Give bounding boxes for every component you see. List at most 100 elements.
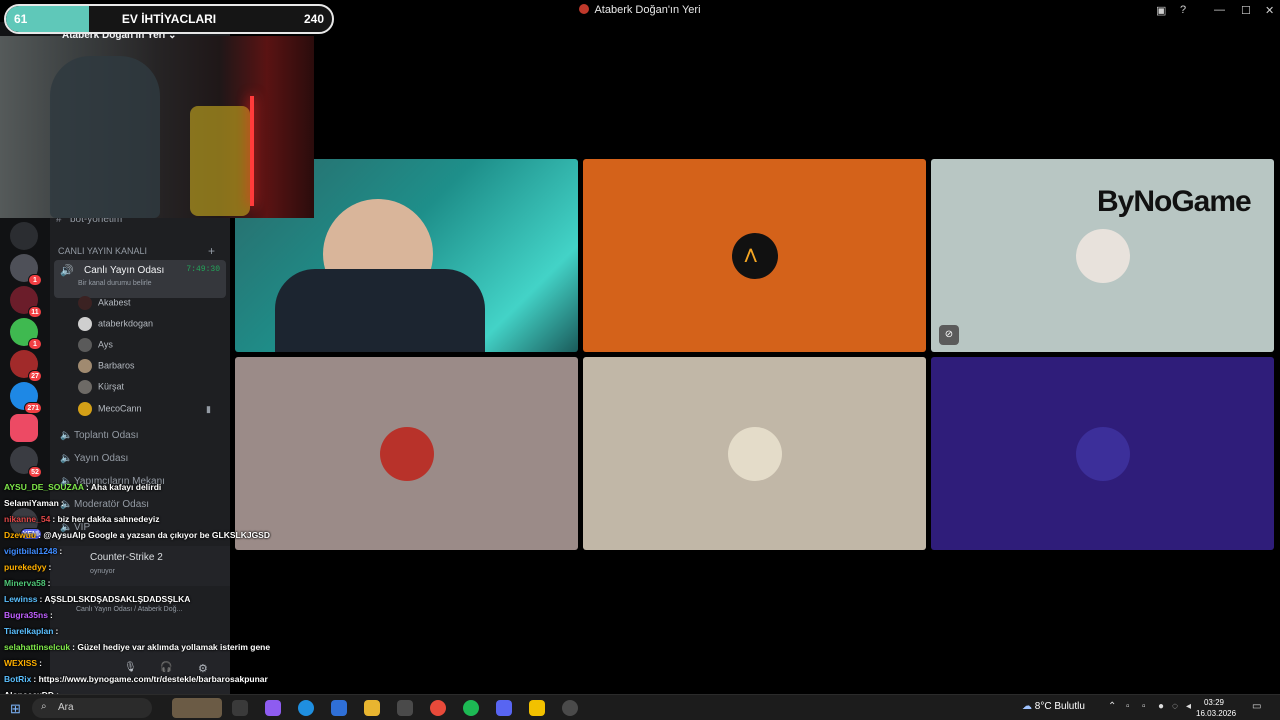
speaker-icon: 🔈 (60, 430, 73, 441)
voice-user[interactable]: MecoCann (78, 402, 142, 420)
video-icon: ▮ (206, 404, 211, 414)
network-icon[interactable]: ◌ (1172, 701, 1178, 712)
ak-logo-icon: ⋀ (745, 246, 757, 262)
video-off-icon[interactable]: ⊘ (939, 325, 959, 345)
chat-username: vigitbilal1248 (4, 546, 58, 556)
avatar (78, 359, 92, 373)
chat-text: : AŞSLDLSKDŞADSAKLŞDADSŞLKA (39, 594, 191, 604)
chrome-icon[interactable] (430, 700, 446, 716)
obs-icon[interactable] (562, 700, 578, 716)
brand-logo: ByNoGame (1097, 185, 1252, 218)
chat-text: : @AysuAlp Google a yazsan da çıkıyor be… (38, 530, 270, 540)
streamer-body (275, 269, 485, 352)
xbox-icon[interactable] (397, 700, 413, 716)
chat-text: : (60, 498, 64, 508)
avatar (78, 338, 92, 352)
server-icon[interactable]: 52 (10, 446, 42, 478)
voice-user[interactable]: ataberkdogan (78, 317, 153, 335)
mic-icon[interactable]: ● (1158, 701, 1164, 712)
clock[interactable]: 03:29 16.03.2026 (1196, 697, 1236, 719)
chat-text: : Güzel hediye var aklımda yollamak iste… (72, 642, 271, 652)
chat-text: : (39, 658, 42, 668)
server-icon[interactable]: 1 (10, 318, 42, 350)
avatar (1075, 228, 1130, 283)
chat-message: BotRix: https://www.bynogame.com/tr/dest… (4, 674, 268, 689)
tray-chevron-icon[interactable]: ⌃ (1108, 701, 1116, 712)
server-icon[interactable]: 271 (10, 382, 42, 414)
help-icon[interactable]: ? (1180, 4, 1186, 16)
avatar (379, 426, 434, 481)
video-tile-user[interactable] (931, 357, 1274, 550)
voice-user[interactable]: Akabest (78, 296, 131, 314)
channel-status[interactable]: Bir kanal durumu belirle (78, 280, 152, 287)
inbox-icon[interactable]: ▣ (1156, 4, 1166, 17)
chat-message: AYSU_DE_SOUZAA: Aha kafayı delirdi (4, 482, 161, 497)
file-explorer-icon[interactable] (364, 700, 380, 716)
voice-user[interactable]: Kürşat (78, 380, 124, 398)
webcam-overlay (0, 36, 314, 218)
voice-channel[interactable]: 🔈 Yayın Odası (60, 453, 224, 473)
discord-icon[interactable] (496, 700, 512, 716)
taskbar-search[interactable]: ⌕ Ara (32, 698, 152, 718)
video-tile-orange[interactable]: ⋀ (583, 159, 926, 352)
chat-message: Minerva58: (4, 578, 50, 593)
voice-channel[interactable]: 🔈 Toplantı Odası (60, 430, 224, 450)
voice-user[interactable]: Ays (78, 338, 113, 356)
stream-chat-overlay: AYSU_DE_SOUZAA: Aha kafayı delirdi Selami… (0, 480, 330, 700)
task-view-icon[interactable] (232, 700, 248, 716)
chat-message: selahattinselcuk: Güzel hediye var aklım… (4, 642, 270, 657)
server-icon[interactable]: 27 (10, 350, 42, 382)
chat-message: Tiarelkaplan: (4, 626, 58, 641)
tray-app-icon[interactable]: ▫ (1126, 701, 1130, 712)
chat-username: selahattinselcuk (4, 642, 71, 652)
server-icon[interactable]: 1 (10, 254, 42, 286)
mention-badge: 1 (28, 274, 42, 286)
edge-icon[interactable] (298, 700, 314, 716)
weather-widget[interactable]: ☁ 8°C Bulutlu (1022, 701, 1085, 712)
avatar (727, 426, 782, 481)
search-highlight-image (172, 698, 222, 718)
spotify-icon[interactable] (463, 700, 479, 716)
chat-text: : https://www.bynogame.com/tr/destekle/b… (33, 674, 268, 684)
server-icon[interactable]: 11 (10, 286, 42, 318)
maximize-button[interactable]: ☐ (1241, 4, 1251, 17)
taskbar: ⊞ ⌕ Ara ☁ 8°C Bulutlu ⌃ ▫ ▫ ● ◌ ◂ 03:29 1… (0, 694, 1280, 720)
chat-username: BotRix (4, 674, 32, 684)
kick-icon[interactable] (529, 700, 545, 716)
gaming-chair (190, 106, 250, 216)
voice-timer: 7:49:30 (186, 265, 220, 274)
chat-username: SelamiYaman (4, 498, 59, 508)
chat-username: Lewinss (4, 594, 38, 604)
voice-channel-name: Canlı Yayın Odası (84, 265, 165, 276)
notifications-icon[interactable]: ▭ (1252, 701, 1261, 712)
avatar (78, 296, 92, 310)
chat-message: purekedyy: (4, 562, 51, 577)
category-header[interactable]: CANLI YAYIN KANALI (58, 246, 147, 256)
mail-icon[interactable] (331, 700, 347, 716)
video-tile-user[interactable] (583, 357, 926, 550)
speaker-icon: 🔈 (60, 453, 73, 464)
chat-text: : (55, 626, 59, 636)
add-channel-icon[interactable]: + (208, 244, 215, 258)
tray-app-icon[interactable]: ▫ (1142, 701, 1146, 712)
copilot-icon[interactable] (265, 700, 281, 716)
chat-message: nikanne_54: biz her dakka sahnedeyiz (4, 514, 160, 529)
mention-badge: 271 (24, 402, 42, 414)
speaker-icon: 🔊 (60, 265, 74, 277)
close-button[interactable]: ✕ (1265, 4, 1274, 17)
server-icon[interactable] (10, 414, 38, 442)
donation-goal-bar: 61 EV İHTİYACLARI 240 (4, 4, 334, 34)
windows-start-icon[interactable]: ⊞ (10, 701, 21, 717)
mention-badge: 11 (28, 306, 42, 318)
volume-icon[interactable]: ◂ (1186, 701, 1191, 712)
mention-badge: 52 (28, 466, 42, 478)
chat-username: Minerva58 (4, 578, 46, 588)
voice-channel-active[interactable]: 🔊 Canlı Yayın Odası 7:49:30 Bir kanal du… (54, 260, 226, 298)
server-icon[interactable] (10, 222, 38, 250)
minimize-button[interactable]: — (1214, 4, 1225, 16)
chat-text: : (49, 610, 53, 620)
server-logo-icon (579, 4, 590, 14)
voice-user[interactable]: Barbaros (78, 359, 135, 377)
neon-light (250, 96, 254, 206)
video-tile-bynogame[interactable]: ByNoGame ⊘ (931, 159, 1274, 352)
